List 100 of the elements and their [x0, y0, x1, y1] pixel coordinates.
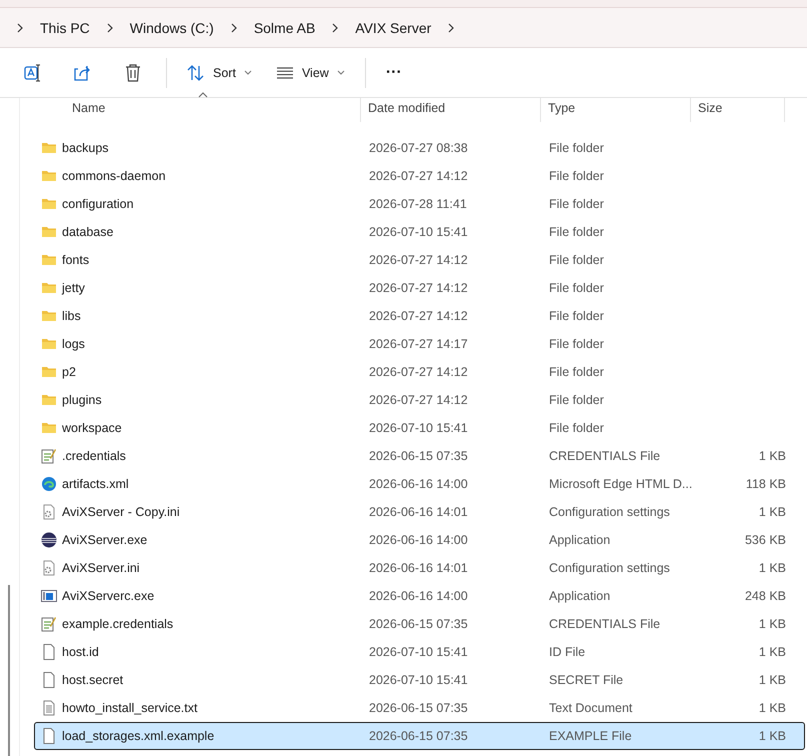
file-row[interactable]: database 2026-07-10 15:41 File folder: [34, 218, 805, 246]
date-modified: 2026-06-15 07:35: [368, 701, 469, 715]
folder-icon: [41, 140, 57, 156]
folder-icon: [41, 252, 57, 268]
file-row[interactable]: artifacts.xml 2026-06-16 14:00 Microsoft Edge HTML D... 118 KB: [34, 470, 805, 498]
file-type: CREDENTIALS File: [548, 449, 662, 463]
file-type: SECRET File: [548, 673, 624, 687]
file-name: jetty: [62, 281, 85, 295]
file-type: File folder: [548, 281, 605, 295]
file-type: File folder: [548, 309, 605, 323]
file-size: 1 KB: [758, 617, 786, 631]
date-modified: 2026-06-15 07:35: [368, 729, 469, 743]
application-window-icon: [41, 588, 57, 604]
notepad-icon: [41, 616, 57, 632]
file-row[interactable]: .credentials 2026-06-15 07:35 CREDENTIALS File 1 KB: [34, 442, 805, 470]
file-row[interactable]: fonts 2026-07-27 14:12 File folder: [34, 246, 805, 274]
file-type: File folder: [548, 365, 605, 379]
folder-icon: [41, 364, 57, 380]
file-row[interactable]: AviXServer.exe 2026-06-16 14:00 Application 536 KB: [34, 526, 805, 554]
file-row[interactable]: workspace 2026-07-10 15:41 File folder: [34, 414, 805, 442]
file-type: Text Document: [548, 701, 634, 715]
file-size: 536 KB: [744, 533, 786, 547]
file-name: p2: [62, 365, 76, 379]
file-size: 1 KB: [758, 561, 786, 575]
file-name: fonts: [62, 253, 90, 267]
file-row[interactable]: example.credentials 2026-06-15 07:35 CREDENTIALS File 1 KB: [34, 610, 805, 638]
chevron-icon: [104, 22, 115, 32]
column-header[interactable]: Type: [541, 98, 691, 122]
view-button[interactable]: View: [266, 54, 355, 90]
file-type: Configuration settings: [548, 561, 671, 575]
date-modified: 2026-07-27 14:12: [368, 365, 469, 379]
sort-button[interactable]: Sort: [177, 54, 262, 90]
date-modified: 2026-07-10 15:41: [368, 225, 469, 239]
date-modified: 2026-07-27 14:12: [368, 169, 469, 183]
file-name: AviXServer.exe: [62, 533, 148, 547]
file-name: .credentials: [62, 449, 126, 463]
breadcrumb-item[interactable]: This PC: [34, 16, 96, 40]
file-type: File folder: [548, 421, 605, 435]
file-type: File folder: [548, 337, 605, 351]
file-row[interactable]: AviXServer - Copy.ini 2026-06-16 14:01 Configuration settings 1 KB: [34, 498, 805, 526]
file-size: 1 KB: [758, 505, 786, 519]
breadcrumb-item[interactable]: Windows (C:): [124, 16, 220, 40]
date-modified: 2026-07-10 15:41: [368, 421, 469, 435]
file-row[interactable]: host.id 2026-07-10 15:41 ID File 1 KB: [34, 638, 805, 666]
caret-icon: [244, 70, 252, 75]
chevron-icon: [330, 22, 340, 32]
sort-arrows-icon: [187, 64, 205, 80]
document-icon: [41, 728, 57, 744]
file-row[interactable]: jetty 2026-07-27 14:12 File folder: [34, 274, 805, 302]
list-lines-icon: [276, 66, 294, 78]
file-row[interactable]: commons-daemon 2026-07-27 14:12 File folder: [34, 162, 805, 190]
file-row[interactable]: howto_install_service.txt 2026-06-15 07:35 Text Document 1 KB: [34, 694, 805, 722]
caret-icon: [336, 70, 345, 75]
date-modified: 2026-06-16 14:00: [368, 533, 469, 547]
scrollbar[interactable]: [8, 585, 10, 756]
date-modified: 2026-06-16 14:01: [368, 505, 469, 519]
file-name: workspace: [62, 421, 122, 435]
file-row[interactable]: configuration 2026-07-28 11:41 File folder: [34, 190, 805, 218]
file-name: AviXServer.ini: [62, 561, 140, 575]
settings-file-icon: [41, 560, 57, 576]
file-name: load_storages.xml.example: [62, 729, 214, 743]
file-row[interactable]: libs 2026-07-27 14:12 File folder: [34, 302, 805, 330]
date-modified: 2026-07-27 14:17: [368, 337, 469, 351]
column-header[interactable]: Date modified: [361, 98, 541, 122]
file-size: 118 KB: [744, 477, 786, 491]
file-type: File folder: [548, 169, 605, 183]
date-modified: 2026-07-27 14:12: [368, 253, 469, 267]
file-type: CREDENTIALS File: [548, 617, 662, 631]
file-type: Microsoft Edge HTML D...: [548, 477, 692, 491]
file-row[interactable]: logs 2026-07-27 14:17 File folder: [34, 330, 805, 358]
file-name: logs: [62, 337, 85, 351]
file-row[interactable]: load_storages.xml.example 2026-06-15 07:35 EXAMPLE File 1 KB: [34, 722, 805, 750]
file-row[interactable]: plugins 2026-07-27 14:12 File folder: [34, 386, 805, 414]
file-row[interactable]: host.secret 2026-07-10 15:41 SECRET File 1 KB: [34, 666, 805, 694]
column-header[interactable]: Size: [691, 98, 785, 122]
date-modified: 2026-07-28 11:41: [368, 197, 468, 211]
date-modified: 2026-06-15 07:35: [368, 617, 469, 631]
date-modified: 2026-07-10 15:41: [368, 673, 469, 687]
file-size: 1 KB: [758, 673, 786, 687]
folder-icon: [41, 336, 57, 352]
file-name: commons-daemon: [62, 169, 166, 183]
column-header[interactable]: Name: [40, 98, 361, 122]
file-row[interactable]: AviXServer.ini 2026-06-16 14:01 Configuration settings 1 KB: [34, 554, 805, 582]
file-type: File folder: [548, 253, 605, 267]
date-modified: 2026-07-27 14:12: [368, 281, 469, 295]
file-size: 1 KB: [758, 449, 786, 463]
chevron-icon: [228, 22, 239, 32]
date-modified: 2026-06-16 14:00: [368, 589, 469, 603]
file-row[interactable]: p2 2026-07-27 14:12 File folder: [34, 358, 805, 386]
date-modified: 2026-06-16 14:01: [368, 561, 469, 575]
file-row[interactable]: AviXServerc.exe 2026-06-16 14:00 Application 248 KB: [34, 582, 805, 610]
folder-icon: [41, 420, 57, 436]
breadcrumb-item[interactable]: AVIX Server: [349, 16, 438, 40]
file-name: libs: [62, 309, 81, 323]
file-row[interactable]: backups 2026-07-27 08:38 File folder: [34, 134, 805, 162]
chevron-icon: [446, 22, 456, 32]
more-button[interactable]: ···: [376, 54, 412, 90]
file-name: backups: [62, 141, 109, 155]
breadcrumb-item[interactable]: Solme AB: [248, 16, 322, 40]
file-size: 1 KB: [758, 701, 786, 715]
